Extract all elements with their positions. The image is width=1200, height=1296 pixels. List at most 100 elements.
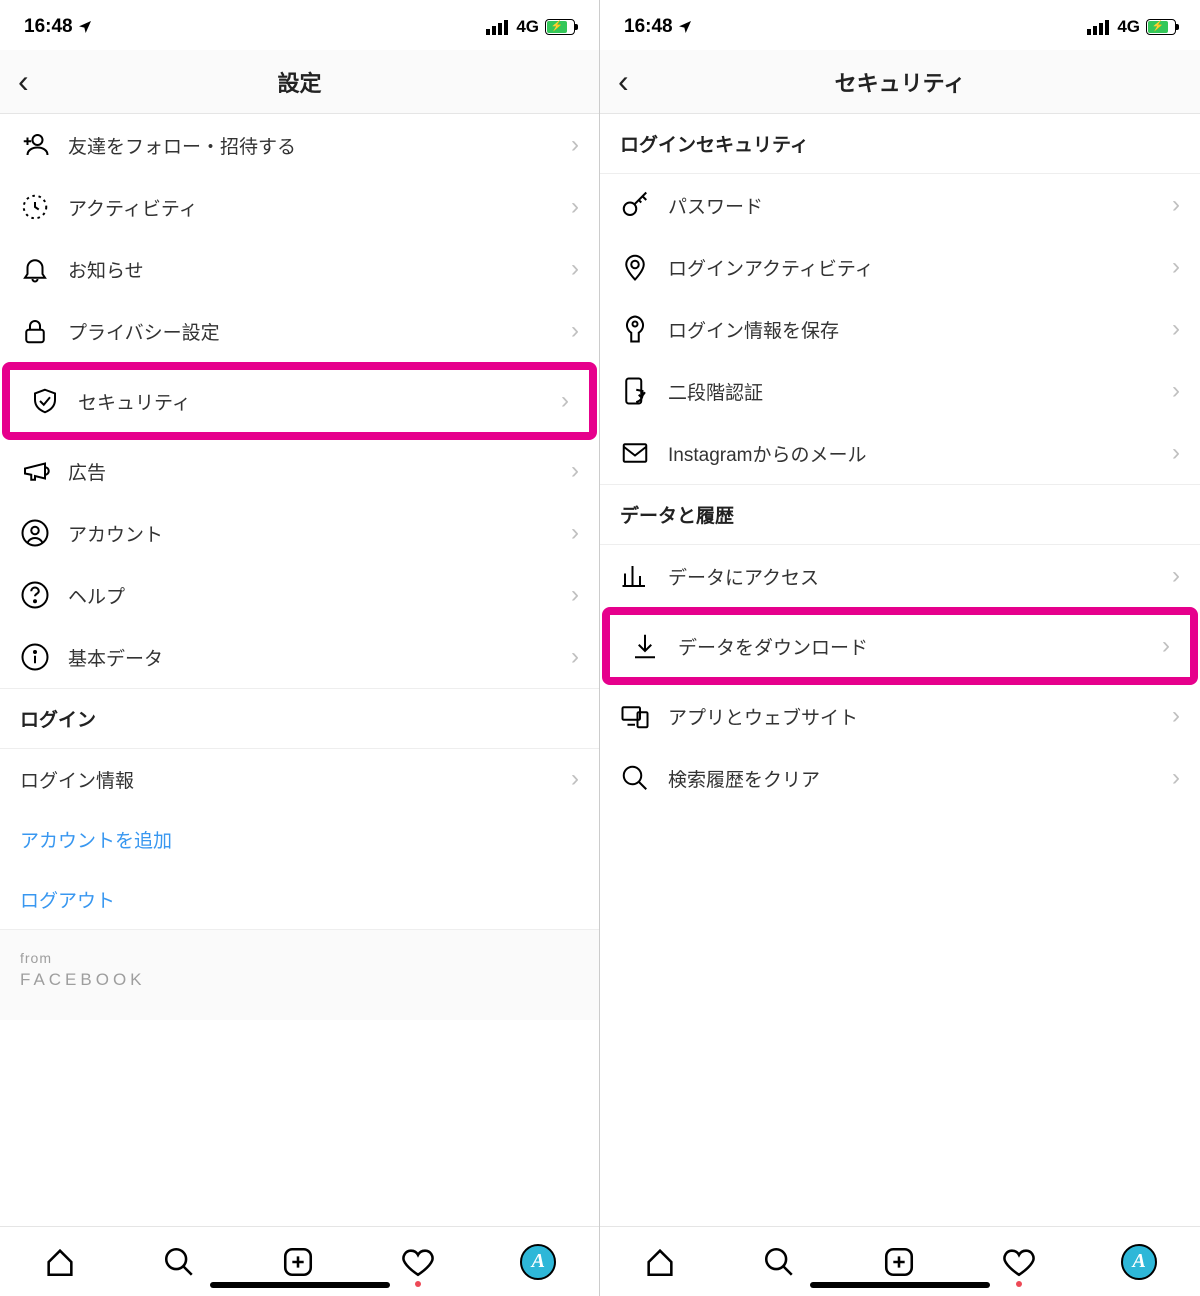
add-account-row[interactable]: アカウントを追加: [0, 809, 599, 869]
mail-icon: [620, 438, 650, 468]
battery-icon: ⚡: [545, 19, 575, 35]
nav-header-security: ‹ セキュリティ: [600, 50, 1200, 114]
highlight-security: セキュリティ ›: [2, 362, 597, 440]
section-header-login-security: ログインセキュリティ: [600, 114, 1200, 174]
security-item-download-data[interactable]: データをダウンロード ›: [610, 615, 1190, 677]
list-item-label: アカウントを追加: [20, 826, 579, 853]
security-item-login-activity[interactable]: ログインアクティビティ ›: [600, 236, 1200, 298]
highlight-download-data: データをダウンロード ›: [602, 607, 1198, 685]
settings-item-privacy[interactable]: プライバシー設定 ›: [0, 300, 599, 362]
download-icon: [630, 631, 660, 661]
security-item-two-factor[interactable]: 二段階認証 ›: [600, 360, 1200, 422]
add-user-icon: [20, 130, 50, 160]
chevron-right-icon: ›: [1172, 315, 1180, 343]
search-icon: [620, 763, 650, 793]
phone-settings: 16:48 4G ⚡ ‹ 設定 友達をフォロー・招待する › アクティビティ ›…: [0, 0, 600, 1296]
tab-profile[interactable]: A: [1121, 1244, 1157, 1280]
settings-item-ads[interactable]: 広告 ›: [0, 440, 599, 502]
phone-shield-icon: [620, 376, 650, 406]
list-item-label: データにアクセス: [668, 563, 1154, 590]
list-item-label: パスワード: [668, 192, 1154, 219]
page-title: 設定: [277, 66, 321, 98]
chevron-right-icon: ›: [1172, 562, 1180, 590]
page-title: セキュリティ: [835, 66, 966, 98]
tab-home[interactable]: [643, 1245, 677, 1279]
chevron-right-icon: ›: [571, 457, 579, 485]
chevron-right-icon: ›: [571, 581, 579, 609]
nav-header-settings: ‹ 設定: [0, 50, 599, 114]
devices-icon: [620, 701, 650, 731]
chevron-right-icon: ›: [1172, 439, 1180, 467]
tab-profile[interactable]: A: [520, 1244, 556, 1280]
phone-security: 16:48 4G ⚡ ‹ セキュリティ ログインセキュリティ パスワード › ロ…: [600, 0, 1200, 1296]
list-item-label: 二段階認証: [668, 378, 1154, 405]
security-item-emails[interactable]: Instagramからのメール ›: [600, 422, 1200, 484]
settings-item-activity[interactable]: アクティビティ ›: [0, 176, 599, 238]
settings-item-security[interactable]: セキュリティ ›: [10, 370, 589, 432]
tab-search[interactable]: [762, 1245, 796, 1279]
security-item-saved-login[interactable]: ログイン情報を保存 ›: [600, 298, 1200, 360]
security-list: ログインセキュリティ パスワード › ログインアクティビティ › ログイン情報を…: [600, 114, 1200, 1226]
activity-icon: [20, 192, 50, 222]
bell-icon: [20, 254, 50, 284]
security-item-clear-search[interactable]: 検索履歴をクリア ›: [600, 747, 1200, 809]
chevron-right-icon: ›: [571, 317, 579, 345]
list-item-label: セキュリティ: [78, 388, 543, 415]
login-info-row[interactable]: ログイン情報 ›: [0, 749, 599, 809]
user-circle-icon: [20, 518, 50, 548]
settings-item-account[interactable]: アカウント ›: [0, 502, 599, 564]
status-bar: 16:48 4G ⚡: [600, 0, 1200, 50]
back-button[interactable]: ‹: [618, 63, 629, 100]
security-item-apps-websites[interactable]: アプリとウェブサイト ›: [600, 685, 1200, 747]
chevron-right-icon: ›: [571, 519, 579, 547]
tab-home[interactable]: [43, 1245, 77, 1279]
tab-activity[interactable]: [1002, 1245, 1036, 1279]
settings-item-follow-invite[interactable]: 友達をフォロー・招待する ›: [0, 114, 599, 176]
chevron-right-icon: ›: [571, 765, 579, 793]
list-item-label: 基本データ: [68, 644, 553, 671]
battery-icon: ⚡: [1146, 19, 1176, 35]
chevron-right-icon: ›: [561, 387, 569, 415]
security-item-password[interactable]: パスワード ›: [600, 174, 1200, 236]
chevron-right-icon: ›: [571, 255, 579, 283]
shield-check-icon: [30, 386, 60, 416]
chart-icon: [620, 561, 650, 591]
section-header-data-history: データと履歴: [600, 484, 1200, 545]
status-time: 16:48: [24, 16, 73, 38]
list-item-label: お知らせ: [68, 256, 553, 283]
info-icon: [20, 642, 50, 672]
settings-item-help[interactable]: ヘルプ ›: [0, 564, 599, 626]
keyhole-icon: [620, 314, 650, 344]
location-arrow-icon: [677, 19, 693, 35]
settings-item-notifications[interactable]: お知らせ ›: [0, 238, 599, 300]
chevron-right-icon: ›: [1172, 377, 1180, 405]
list-item-label: ログアウト: [20, 886, 579, 913]
list-item-label: アプリとウェブサイト: [668, 703, 1154, 730]
list-item-label: Instagramからのメール: [668, 440, 1154, 467]
tab-new-post[interactable]: [882, 1245, 916, 1279]
home-indicator: [210, 1282, 390, 1288]
chevron-right-icon: ›: [571, 643, 579, 671]
logout-row[interactable]: ログアウト: [0, 869, 599, 929]
settings-list: 友達をフォロー・招待する › アクティビティ › お知らせ › プライバシー設定…: [0, 114, 599, 1226]
home-indicator: [810, 1282, 990, 1288]
tab-new-post[interactable]: [281, 1245, 315, 1279]
key-icon: [620, 190, 650, 220]
network-label: 4G: [516, 17, 539, 37]
security-item-access-data[interactable]: データにアクセス ›: [600, 545, 1200, 607]
list-item-label: データをダウンロード: [678, 633, 1144, 660]
megaphone-icon: [20, 456, 50, 486]
network-label: 4G: [1117, 17, 1140, 37]
list-item-label: 広告: [68, 458, 553, 485]
brand-from: from: [20, 950, 579, 966]
lock-icon: [20, 316, 50, 346]
back-button[interactable]: ‹: [18, 63, 29, 100]
brand-name: FACEBOOK: [20, 970, 579, 990]
tab-activity[interactable]: [401, 1245, 435, 1279]
list-item-label: ヘルプ: [68, 582, 553, 609]
location-arrow-icon: [77, 19, 93, 35]
signal-icon: [1087, 20, 1109, 35]
tab-search[interactable]: [162, 1245, 196, 1279]
settings-item-info[interactable]: 基本データ ›: [0, 626, 599, 688]
chevron-right-icon: ›: [1172, 702, 1180, 730]
